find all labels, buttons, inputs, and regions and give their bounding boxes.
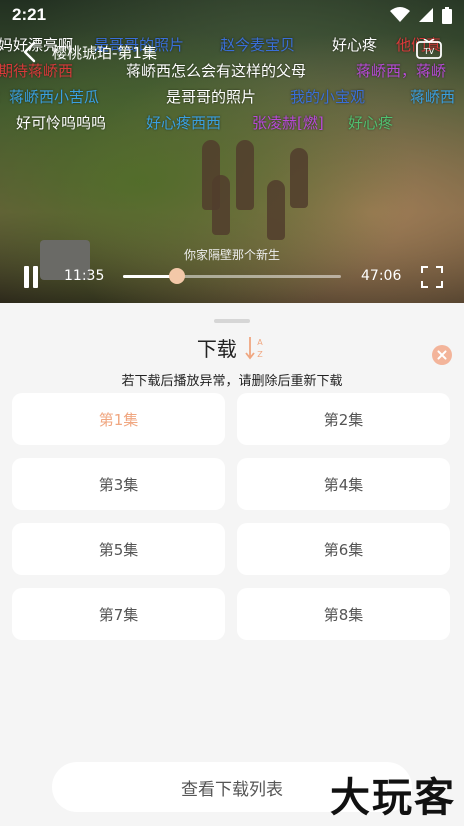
sheet-title: 下载 A Z [0, 333, 464, 362]
svg-text:Z: Z [257, 350, 263, 359]
close-icon[interactable] [432, 345, 452, 365]
progress-bar[interactable] [123, 275, 341, 278]
danmaku-item: 是哥哥的照片 [166, 88, 257, 106]
episode-button[interactable]: 第6集 [237, 523, 450, 575]
pause-icon [24, 266, 29, 288]
signal-icon [419, 8, 433, 22]
tv-cast-icon[interactable]: TV [416, 39, 442, 61]
scene-figure [267, 180, 285, 240]
download-notice: 若下载后播放异常，请删除后重新下载 [121, 374, 343, 389]
episode-button[interactable]: 第1集 [12, 393, 225, 445]
scene-figure [290, 148, 308, 208]
episode-button[interactable]: 第8集 [237, 588, 450, 640]
danmaku-item: 好心疼西西 [146, 114, 222, 132]
player-top-bar: 樱桃琥珀-第1集 TV [0, 38, 464, 66]
progress-thumb[interactable] [168, 268, 185, 284]
episode-button[interactable]: 第5集 [12, 523, 225, 575]
episode-button[interactable]: 第7集 [12, 588, 225, 640]
danmaku-item: ：蒋峤西小苦瓜 [0, 88, 100, 106]
danmaku-item: 张凌赫[燃] [252, 114, 324, 132]
danmaku-item: 好可怜呜呜呜 [16, 114, 107, 132]
video-player[interactable]: 2:21 妈好漂亮啊 是哥哥的照片 赵今麦宝贝 好心疼 他们真 期待蒋峤西 蒋峤… [0, 0, 464, 303]
battery-icon [442, 6, 452, 24]
status-time: 2:21 [12, 5, 47, 24]
pause-button[interactable] [22, 266, 40, 288]
pause-icon [33, 266, 38, 288]
wifi-icon [390, 7, 410, 22]
episode-button[interactable]: 第4集 [237, 458, 450, 510]
danmaku-item: 我的小宝观 [290, 88, 366, 106]
sheet-title-text: 下载 [196, 337, 237, 361]
status-bar: 2:21 [0, 0, 464, 30]
download-sheet: 下载 A Z 若下载后播放异常，请删除后重新下载 第1集 第2集 第3集 第4集… [0, 303, 464, 826]
back-arrow-icon[interactable] [18, 40, 42, 64]
scene-figure [212, 175, 230, 235]
sort-az-icon[interactable]: A Z [245, 335, 267, 361]
episode-button[interactable]: 第2集 [237, 393, 450, 445]
watermark-logo: 大玩客 [330, 775, 456, 821]
video-subtitle: 你家隔壁那个新生 [183, 248, 280, 262]
scene-figure [236, 140, 254, 210]
episode-grid: 第1集 第2集 第3集 第4集 第5集 第6集 第7集 第8集 [12, 393, 452, 640]
episode-button[interactable]: 第3集 [12, 458, 225, 510]
current-time: 11:35 [64, 268, 105, 284]
video-title: 樱桃琥珀-第1集 [52, 44, 157, 62]
fullscreen-icon[interactable] [421, 266, 443, 288]
total-duration: 47:06 [361, 268, 402, 284]
danmaku-item: 蒋峤西 [410, 88, 456, 106]
drag-handle[interactable] [214, 319, 250, 323]
player-controls: 11:35 47:06 [0, 262, 464, 292]
danmaku-item: 好心疼 [348, 114, 394, 132]
svg-text:A: A [257, 338, 263, 347]
svg-text:TV: TV [423, 47, 435, 56]
